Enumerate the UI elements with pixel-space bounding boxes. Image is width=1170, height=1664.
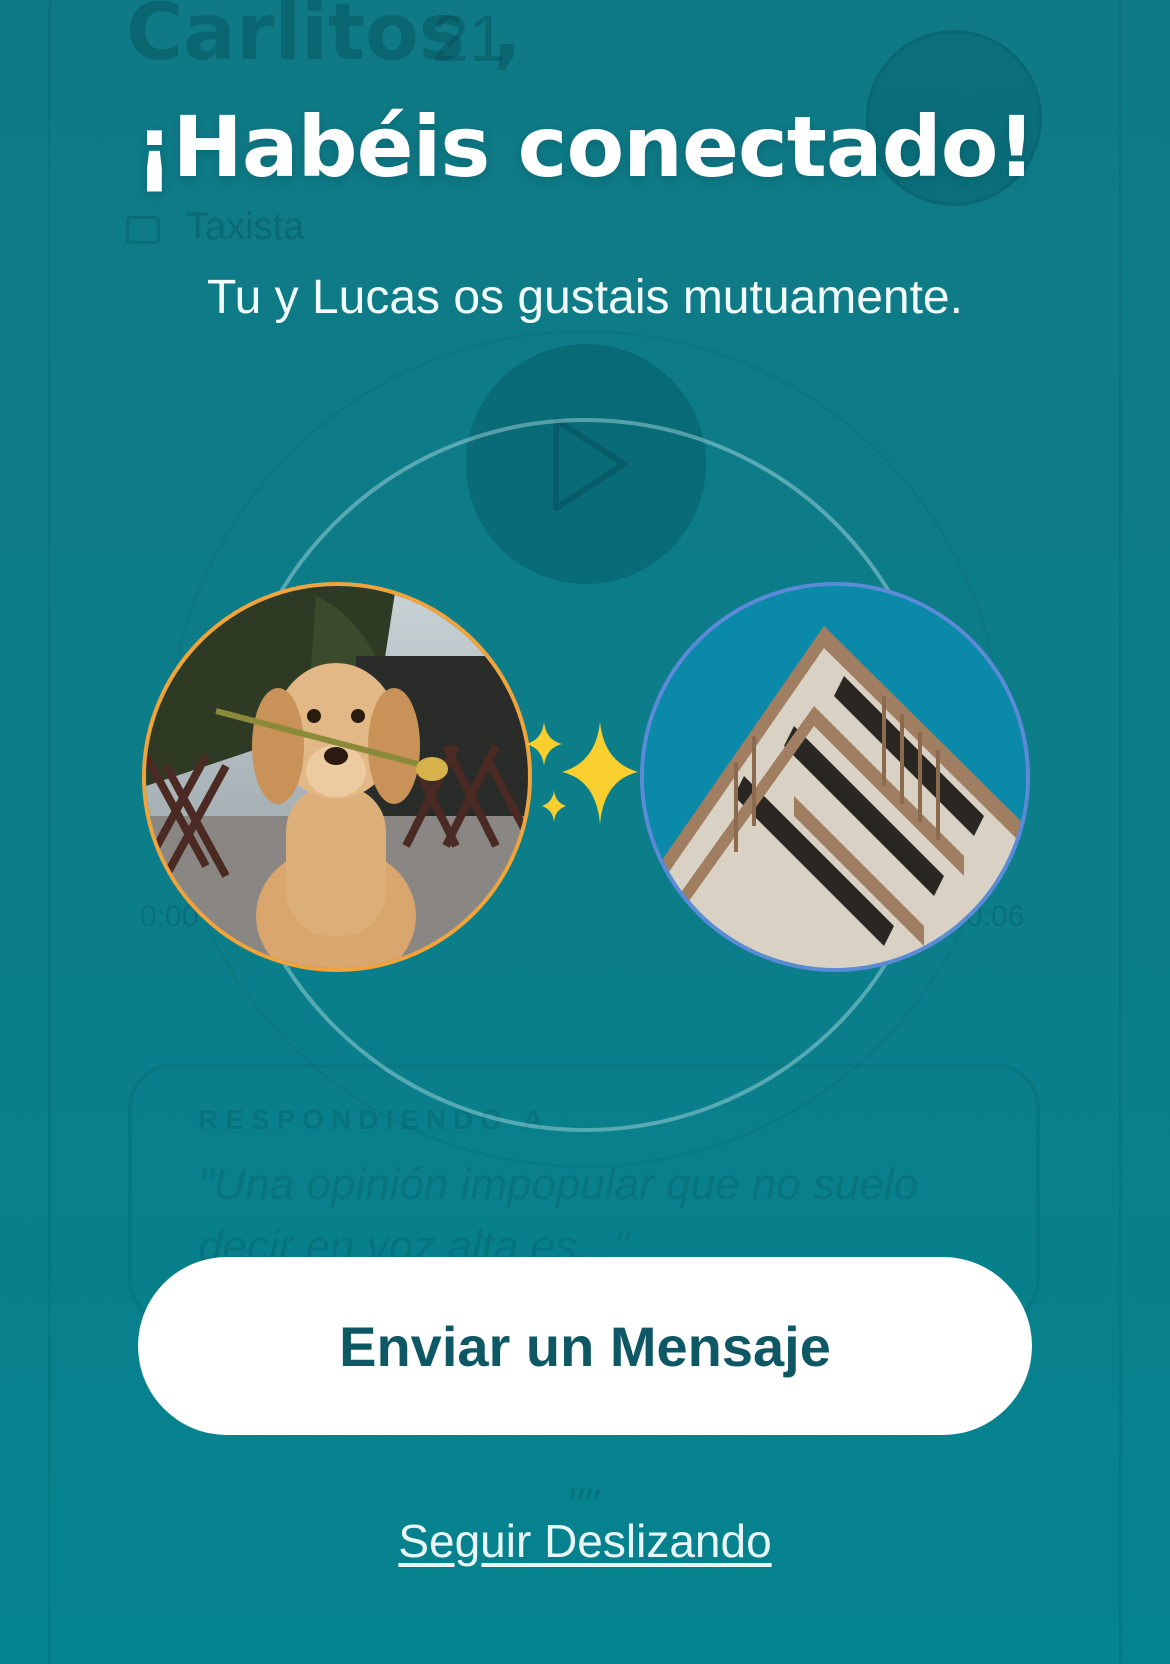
- dog-with-flower-photo: [146, 586, 528, 968]
- keep-swiping-link[interactable]: Seguir Deslizando: [398, 1515, 771, 1567]
- send-message-button[interactable]: Enviar un Mensaje: [138, 1257, 1032, 1435]
- keep-swiping-container: Seguir Deslizando: [0, 1514, 1170, 1568]
- match-photo: [640, 582, 1030, 972]
- sparkles-icon: [526, 722, 638, 824]
- my-photo: [142, 582, 532, 972]
- background-profile-age: 21: [432, 1, 506, 75]
- briefcase-icon: [126, 216, 160, 244]
- match-title: ¡Habéis conectado!: [135, 98, 1035, 196]
- background-profile-job: Taxista: [186, 206, 305, 248]
- match-subtitle: Tu y Lucas os gustais mutuamente.: [207, 271, 963, 324]
- building-photo: [644, 586, 1026, 968]
